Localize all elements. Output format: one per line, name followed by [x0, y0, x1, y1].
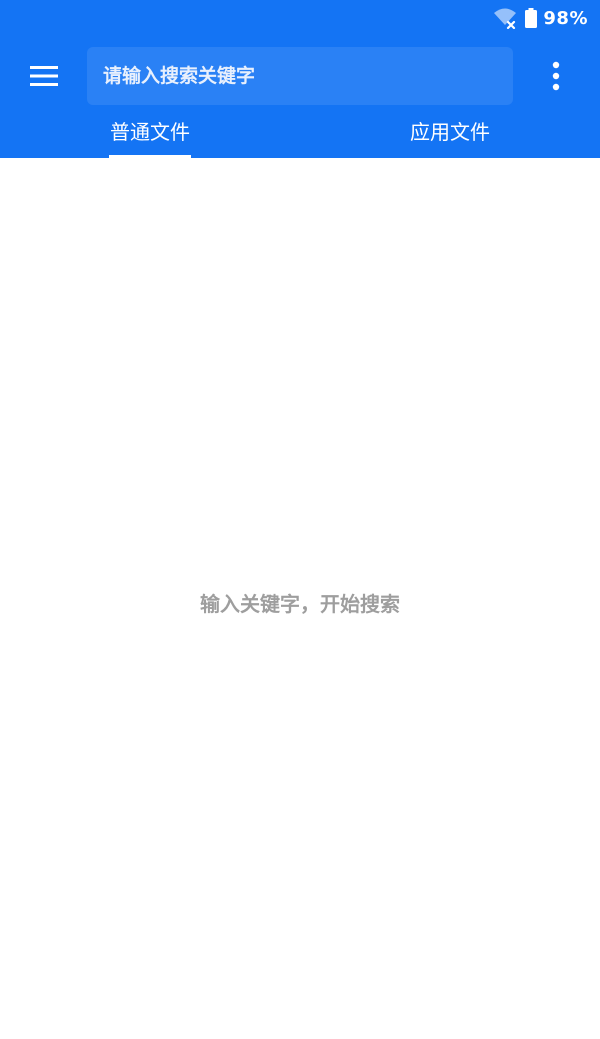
- hamburger-menu-icon: [30, 66, 58, 86]
- tab-normal-files[interactable]: 普通文件: [100, 108, 200, 158]
- menu-button[interactable]: [22, 58, 66, 94]
- app-bar: 98% 普通文件 应用文件: [0, 0, 600, 158]
- battery-icon: [525, 8, 538, 28]
- search-box[interactable]: [87, 47, 513, 105]
- tab-label: 普通文件: [110, 120, 190, 144]
- battery-percent: 98%: [543, 7, 588, 29]
- tab-app-files[interactable]: 应用文件: [400, 108, 500, 158]
- wifi-off-icon: [494, 8, 517, 29]
- empty-state-hint: 输入关键字，开始搜索: [200, 592, 400, 616]
- more-vertical-icon: [552, 61, 560, 91]
- status-bar: 98%: [0, 0, 600, 36]
- more-options-button[interactable]: [540, 56, 572, 96]
- tab-indicator: [109, 155, 191, 158]
- tab-label: 应用文件: [410, 120, 490, 144]
- search-input[interactable]: [103, 47, 513, 105]
